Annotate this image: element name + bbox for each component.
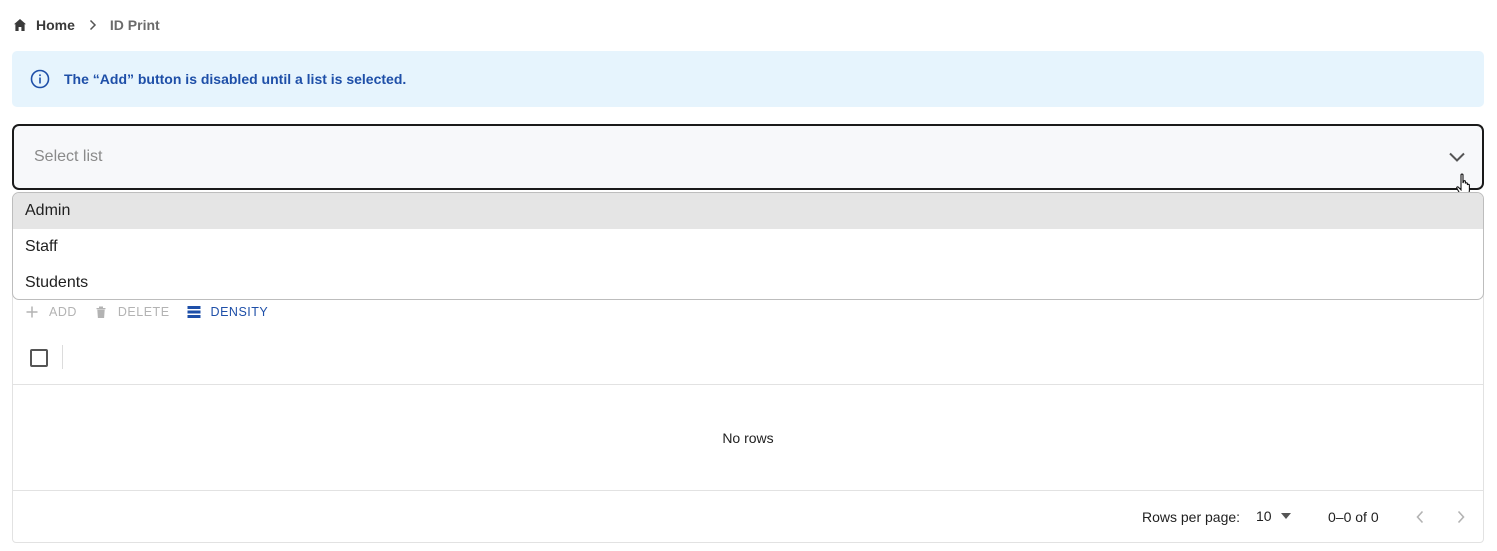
chevron-left-icon[interactable] [1410, 507, 1430, 527]
chevron-right-icon[interactable] [1451, 507, 1471, 527]
breadcrumb: Home ID Print [13, 16, 160, 34]
density-button-label: DENSITY [210, 305, 269, 319]
density-icon [187, 305, 201, 319]
add-button-label: ADD [49, 305, 77, 319]
list-options-menu: Admin Staff Students [12, 192, 1484, 300]
grid-toolbar: ADD DELETE DENSITY [25, 303, 285, 321]
home-icon[interactable] [13, 18, 27, 32]
caret-down-icon [1280, 513, 1291, 519]
rows-per-page-label: Rows per page: [1142, 509, 1241, 525]
grid-footer: Rows per page: 10 0–0 of 0 [13, 490, 1483, 542]
trash-icon [94, 305, 108, 319]
delete-button[interactable]: DELETE [94, 305, 170, 319]
page: Home ID Print The “Add” button is disabl… [0, 0, 1497, 551]
rows-per-page-value: 10 [1256, 508, 1272, 524]
column-separator[interactable] [62, 345, 63, 369]
plus-icon [25, 305, 39, 319]
breadcrumb-current: ID Print [109, 17, 160, 33]
chevron-right-icon [88, 19, 98, 31]
delete-button-label: DELETE [117, 305, 170, 319]
option-admin[interactable]: Admin [13, 193, 1483, 229]
info-icon [30, 69, 50, 89]
rows-per-page-select[interactable]: 10 [1256, 508, 1291, 524]
select-placeholder: Select list [34, 148, 103, 165]
chevron-down-icon[interactable] [1448, 151, 1466, 163]
pagination-range: 0–0 of 0 [1328, 509, 1379, 525]
grid-header-row [13, 335, 1483, 385]
density-button[interactable]: DENSITY [187, 305, 269, 319]
add-button[interactable]: ADD [25, 305, 77, 319]
list-select[interactable]: Select list [12, 124, 1484, 190]
info-alert: The “Add” button is disabled until a lis… [12, 51, 1484, 107]
breadcrumb-home-link[interactable]: Home [36, 17, 75, 33]
option-students[interactable]: Students [13, 265, 1483, 299]
select-all-checkbox[interactable] [30, 349, 48, 367]
no-rows-message: No rows [722, 430, 774, 446]
alert-message: The “Add” button is disabled until a lis… [64, 71, 407, 87]
option-staff[interactable]: Staff [13, 229, 1483, 265]
